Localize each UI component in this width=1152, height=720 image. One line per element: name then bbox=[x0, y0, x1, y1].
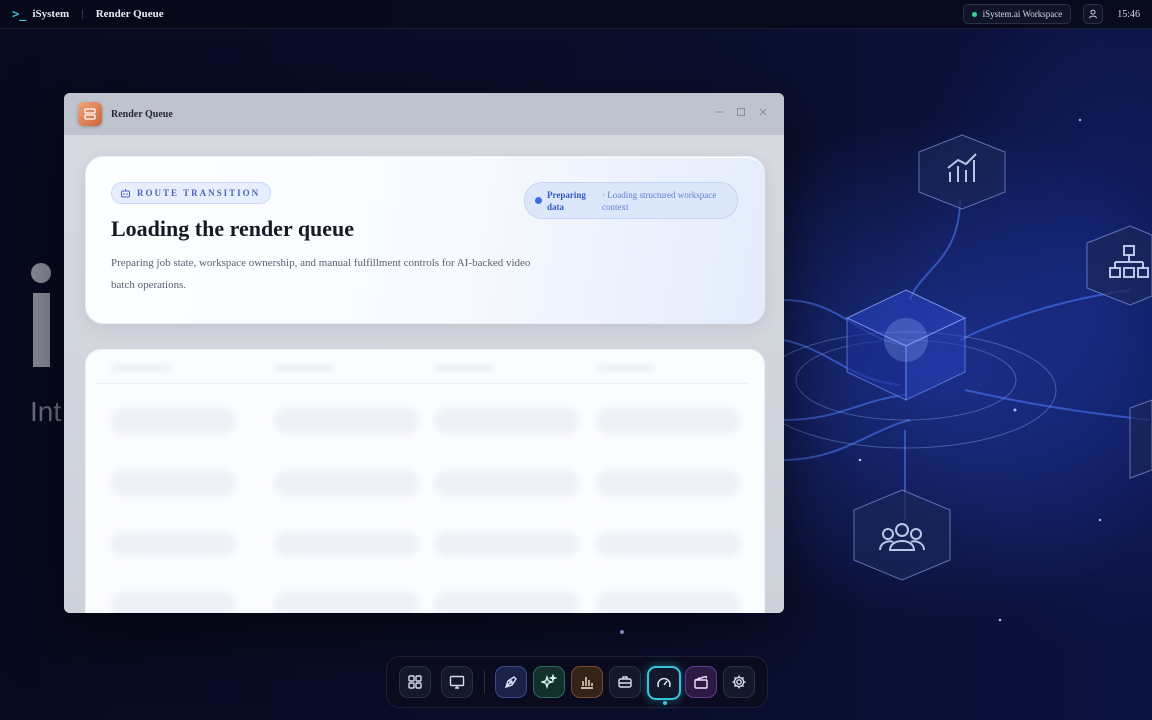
workspace-switcher[interactable]: iSystem.ai Workspace bbox=[962, 4, 1072, 24]
skeleton-cell bbox=[434, 592, 579, 613]
page-title: Loading the render queue bbox=[111, 216, 355, 241]
skeleton-cell bbox=[434, 470, 579, 496]
dock-desktop[interactable] bbox=[441, 666, 473, 698]
top-bar: >_ iSystem | Render Queue iSystem.ai Wor… bbox=[0, 0, 1152, 29]
dock-settings[interactable] bbox=[723, 666, 755, 698]
skeleton-cell bbox=[274, 408, 419, 434]
sparkles-icon bbox=[541, 674, 557, 690]
loading-indicator-dot bbox=[535, 197, 542, 204]
dock-video[interactable] bbox=[685, 666, 717, 698]
clock: 15:46 bbox=[1117, 8, 1140, 20]
monitor-icon bbox=[449, 675, 465, 689]
dock-active-indicator bbox=[663, 701, 667, 705]
skeleton-cell bbox=[111, 531, 236, 557]
brand-name: iSystem bbox=[32, 8, 70, 20]
skeleton-cell bbox=[596, 531, 741, 557]
workspace-status-dot bbox=[971, 11, 977, 17]
server-stack-icon bbox=[78, 102, 102, 126]
render-queue-window: Render Queue ROUTE TRANSITION Loading th… bbox=[64, 93, 784, 613]
skeleton-header bbox=[596, 364, 656, 372]
dock-dashboard[interactable] bbox=[647, 666, 681, 700]
brand[interactable]: >_ iSystem bbox=[12, 7, 69, 21]
skeleton-header bbox=[274, 364, 334, 372]
dock-separator bbox=[484, 671, 485, 693]
skeleton-cell bbox=[111, 470, 236, 496]
robot-icon bbox=[121, 188, 130, 197]
skeleton-cell bbox=[434, 408, 579, 434]
maximize-button[interactable] bbox=[734, 107, 748, 121]
skeleton-cell bbox=[111, 592, 236, 613]
route-transition-card: ROUTE TRANSITION Loading the render queu… bbox=[85, 156, 765, 324]
window-body: ROUTE TRANSITION Loading the render queu… bbox=[64, 135, 784, 613]
user-button[interactable] bbox=[1083, 4, 1104, 24]
loading-status: Preparing data · Loading structured work… bbox=[524, 182, 738, 219]
minimize-button[interactable] bbox=[712, 107, 726, 121]
route-badge: ROUTE TRANSITION bbox=[111, 182, 272, 204]
clapperboard-icon bbox=[694, 675, 708, 689]
status-main-text: Preparing data bbox=[547, 190, 586, 212]
skeleton-header bbox=[434, 364, 494, 372]
gauge-icon bbox=[657, 677, 671, 688]
background-logo-dot bbox=[31, 263, 51, 283]
user-icon bbox=[1089, 9, 1098, 19]
breadcrumb-separator: | bbox=[81, 8, 84, 20]
queue-table-skeleton bbox=[85, 349, 765, 613]
background-tagline: Int bbox=[30, 396, 62, 427]
bar-chart-icon bbox=[581, 677, 593, 689]
minimize-icon bbox=[715, 111, 723, 113]
gear-icon bbox=[732, 675, 746, 689]
skeleton-cell bbox=[274, 592, 419, 613]
window-titlebar[interactable]: Render Queue bbox=[64, 93, 784, 135]
table-header-divider bbox=[96, 383, 748, 384]
skeleton-cell bbox=[596, 592, 741, 613]
workspace-name: iSystem.ai Workspace bbox=[982, 9, 1063, 19]
dock-workspace[interactable] bbox=[609, 666, 641, 698]
pen-tool-icon bbox=[504, 676, 517, 689]
grid-icon bbox=[408, 675, 422, 689]
close-button[interactable] bbox=[756, 107, 770, 121]
dock-ai-studio[interactable] bbox=[533, 666, 565, 698]
skeleton-cell bbox=[274, 470, 419, 496]
skeleton-cell bbox=[434, 531, 579, 557]
background-logo-stem bbox=[33, 293, 50, 367]
breadcrumb: Render Queue bbox=[95, 8, 164, 20]
skeleton-cell bbox=[596, 408, 741, 434]
close-icon bbox=[759, 108, 767, 116]
dock-analytics[interactable] bbox=[571, 666, 603, 698]
page-description: Preparing job state, workspace ownership… bbox=[111, 257, 531, 291]
dock bbox=[386, 656, 768, 708]
maximize-icon bbox=[737, 108, 745, 116]
dock-apps-grid[interactable] bbox=[399, 666, 431, 698]
status-sub-text: · Loading structured workspace context bbox=[602, 190, 717, 212]
center-cube bbox=[845, 289, 967, 401]
terminal-prompt-icon: >_ bbox=[12, 7, 27, 21]
window-title: Render Queue bbox=[111, 108, 173, 120]
route-badge-label: ROUTE TRANSITION bbox=[137, 188, 261, 198]
briefcase-icon bbox=[618, 676, 632, 688]
dock-design[interactable] bbox=[495, 666, 527, 698]
skeleton-cell bbox=[274, 531, 419, 557]
skeleton-cell bbox=[596, 470, 741, 496]
skeleton-header bbox=[111, 364, 171, 372]
skeleton-cell bbox=[111, 408, 236, 434]
